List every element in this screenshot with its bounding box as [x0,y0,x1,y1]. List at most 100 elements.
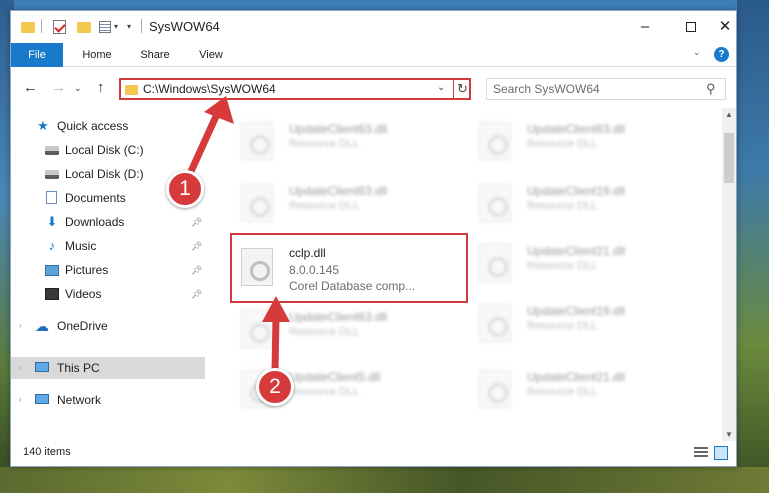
pin-icon[interactable]: 📌︎ [191,235,202,257]
desktop-background-right [737,0,769,493]
dll-file-icon [479,304,511,342]
scroll-down-icon[interactable]: ▼ [725,430,733,439]
tab-file[interactable]: File [11,43,63,67]
file-tile[interactable]: UpdateClient63.dll Resource DLL [443,116,673,166]
file-description: Resource DLL [289,386,360,398]
navigation-pane: ★ Quick access Local Disk (C:) Local Dis… [11,108,205,441]
expand-ribbon-icon[interactable]: ⌄ [693,47,701,58]
disk-icon [45,146,59,155]
sidebar-item-quick-access[interactable]: ★ Quick access [11,115,205,137]
tiles-view-icon[interactable] [714,446,728,460]
file-name: UpdateClient19.dll [527,304,626,318]
sidebar-item-music[interactable]: ♪ Music 📌︎ [11,235,205,257]
file-tile[interactable]: UpdateClient63.dll Resource DLL [205,116,435,166]
minimize-button[interactable]: – [622,11,668,43]
properties-check-icon[interactable] [53,20,66,34]
onedrive-icon: ☁ [35,318,49,334]
sidebar-item-label: This PC [57,361,100,375]
file-description: Resource DLL [289,200,360,212]
customize-icon[interactable] [99,21,111,33]
dll-file-icon [241,122,273,160]
back-arrow-icon[interactable]: ← [23,79,38,96]
maximize-icon [686,22,696,33]
file-name: UpdateClient21.dll [527,370,626,384]
file-tile[interactable]: UpdateClient19.dll Resource DLL [443,178,673,228]
refresh-icon[interactable]: ↻ [453,78,471,100]
expand-chevron-icon[interactable]: › [19,389,22,411]
file-name: UpdateClient63.dll [289,310,388,324]
scroll-up-icon[interactable]: ▲ [725,110,733,119]
tab-view[interactable]: View [185,43,237,67]
sidebar-item-pictures[interactable]: Pictures 📌︎ [11,259,205,281]
videos-icon [45,288,59,300]
file-name: UpdateClient63.dll [289,122,388,136]
sidebar-item-onedrive[interactable]: › ☁ OneDrive [11,315,205,337]
file-tile[interactable]: UpdateClient63.dll Resource DLL [205,304,435,354]
sidebar-item-local-disk-c[interactable]: Local Disk (C:) [11,139,205,161]
pin-icon[interactable]: 📌︎ [191,211,202,233]
quick-access-dropdown-icon[interactable]: ▾ [114,22,118,38]
scroll-thumb[interactable] [724,133,734,183]
search-icon[interactable]: ⚲ [706,81,716,97]
sidebar-item-label: Local Disk (D:) [65,167,144,181]
pin-icon[interactable]: 📌︎ [191,283,202,305]
up-arrow-icon[interactable]: ↑ [97,79,105,96]
sidebar-item-label: Pictures [65,263,109,277]
quick-access-toolbar-menu-icon[interactable]: ▾ [127,22,131,38]
pin-icon[interactable]: 📌︎ [191,259,202,281]
file-tile[interactable]: UpdateClient63.dll Resource DLL [205,178,435,228]
sidebar-item-this-pc[interactable]: › This PC [11,357,205,379]
maximize-button[interactable] [668,11,714,43]
cclp-dll-highlight-box [230,233,468,303]
sidebar-item-label: OneDrive [57,319,108,333]
sidebar-item-label: Downloads [65,215,125,229]
folder-icon [125,85,138,95]
file-name: UpdateClient21.dll [527,244,626,258]
network-icon [35,394,49,404]
tab-home[interactable]: Home [71,43,123,67]
new-folder-icon[interactable] [77,22,91,33]
file-tile[interactable]: UpdateClient21.dll Resource DLL [443,364,673,414]
disk-icon [45,170,59,179]
details-view-icon[interactable] [694,447,708,459]
address-bar[interactable]: C:\Windows\SysWOW64 ⌄ ↻ [119,78,471,100]
sidebar-item-network[interactable]: › Network [11,389,205,411]
file-description: Resource DLL [289,326,360,338]
dll-file-icon [241,310,273,348]
sidebar-item-videos[interactable]: Videos 📌︎ [11,283,205,305]
desktop-background-bottom [0,467,769,493]
address-dropdown-icon[interactable]: ⌄ [437,82,445,93]
close-button[interactable]: ✕ [714,11,736,43]
file-tile[interactable]: UpdateClient19.dll Resource DLL [443,298,673,348]
expand-chevron-icon[interactable]: › [19,357,22,379]
search-input[interactable]: Search SysWOW64 [493,82,600,96]
toolbar-separator [141,19,142,33]
file-name: UpdateClient63.dll [527,122,626,136]
sidebar-item-label: Local Disk (C:) [65,143,144,157]
star-icon: ★ [37,118,49,133]
file-tile[interactable]: UpdateClient21.dll Resource DLL [443,238,673,288]
address-path[interactable]: C:\Windows\SysWOW64 [143,82,276,96]
forward-arrow-icon[interactable]: → [51,79,66,96]
pictures-icon [45,265,59,276]
music-icon: ♪ [48,238,56,253]
sidebar-item-label: Documents [65,191,126,205]
sidebar-item-label: Quick access [57,119,129,133]
sidebar-item-label: Network [57,393,102,407]
sidebar-item-downloads[interactable]: ⬇ Downloads 📌︎ [11,211,205,233]
tab-share[interactable]: Share [129,43,181,67]
file-tile[interactable]: UpdateClient5.dll Resource DLL [205,364,435,414]
sidebar-item-label: Videos [65,287,102,301]
folder-icon [21,22,35,33]
file-name: UpdateClient19.dll [527,184,626,198]
documents-icon [46,191,57,204]
search-box[interactable]: Search SysWOW64 ⚲ [486,78,726,100]
file-explorer-window: ▾ ▾ SysWOW64 – ✕ File Home Share View ⌄ … [10,10,737,467]
file-name: UpdateClient63.dll [289,184,388,198]
title-bar: ▾ ▾ SysWOW64 – ✕ [11,11,736,43]
expand-chevron-icon[interactable]: › [19,315,22,337]
file-description: Resource DLL [527,138,598,150]
vertical-scrollbar[interactable]: ▲ ▼ [722,108,736,441]
recent-locations-icon[interactable]: ⌄ [74,83,82,94]
help-icon[interactable]: ? [714,47,729,62]
